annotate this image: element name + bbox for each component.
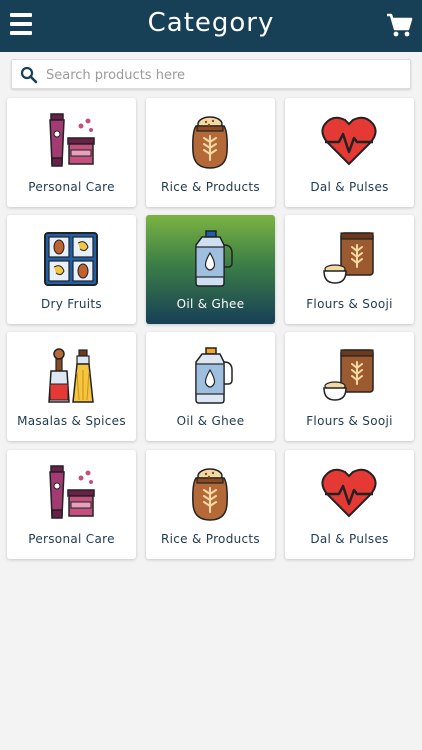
category-label: Oil & Ghee (176, 297, 245, 311)
category-card-rice-products[interactable]: Rice & Products (146, 450, 275, 559)
category-card-personal-care[interactable]: Personal Care (7, 450, 136, 559)
category-label: Masalas & Spices (17, 414, 126, 428)
category-card-flours-sooji[interactable]: Flours & Sooji (285, 215, 414, 324)
category-card-dal-pulses[interactable]: Dal & Pulses (285, 98, 414, 207)
search-bar (11, 59, 411, 89)
category-card-flours-sooji[interactable]: Flours & Sooji (285, 332, 414, 441)
flour-sack-icon (323, 232, 374, 284)
heart-pulse-icon (321, 468, 377, 518)
category-label: Dry Fruits (41, 297, 102, 311)
category-label: Rice & Products (161, 180, 260, 194)
category-label: Rice & Products (161, 532, 260, 546)
category-card-oil-ghee-selected[interactable]: Oil & Ghee (146, 215, 275, 324)
category-label: Dal & Pulses (310, 180, 389, 194)
oil-bottle-icon (195, 230, 233, 287)
dry-fruits-box-icon (44, 232, 98, 286)
category-card-dry-fruits[interactable]: Dry Fruits (7, 215, 136, 324)
spice-bottles-icon (48, 348, 94, 403)
category-card-rice-products[interactable]: Rice & Products (146, 98, 275, 207)
category-label: Dal & Pulses (310, 532, 389, 546)
shopping-cart-icon (387, 13, 413, 37)
category-card-oil-ghee[interactable]: Oil & Ghee (146, 332, 275, 441)
category-label: Flours & Sooji (306, 297, 393, 311)
category-label: Oil & Ghee (176, 414, 245, 428)
search-icon[interactable] (20, 66, 38, 84)
category-card-personal-care[interactable]: Personal Care (7, 98, 136, 207)
rice-sack-icon (192, 468, 228, 521)
category-label: Personal Care (28, 180, 115, 194)
category-label: Flours & Sooji (306, 414, 393, 428)
heart-pulse-icon (321, 116, 377, 166)
rice-sack-icon (192, 116, 228, 169)
category-card-masalas-spices[interactable]: Masalas & Spices (7, 332, 136, 441)
category-label: Personal Care (28, 532, 115, 546)
oil-bottle-icon (195, 347, 233, 404)
cart-button[interactable] (386, 13, 414, 39)
personal-care-icon (49, 113, 95, 167)
category-card-dal-pulses[interactable]: Dal & Pulses (285, 450, 414, 559)
flour-sack-icon (323, 349, 374, 401)
app-header: Category (0, 0, 422, 52)
search-input[interactable] (46, 64, 406, 86)
personal-care-icon (49, 465, 95, 519)
page-title: Category (147, 8, 275, 38)
